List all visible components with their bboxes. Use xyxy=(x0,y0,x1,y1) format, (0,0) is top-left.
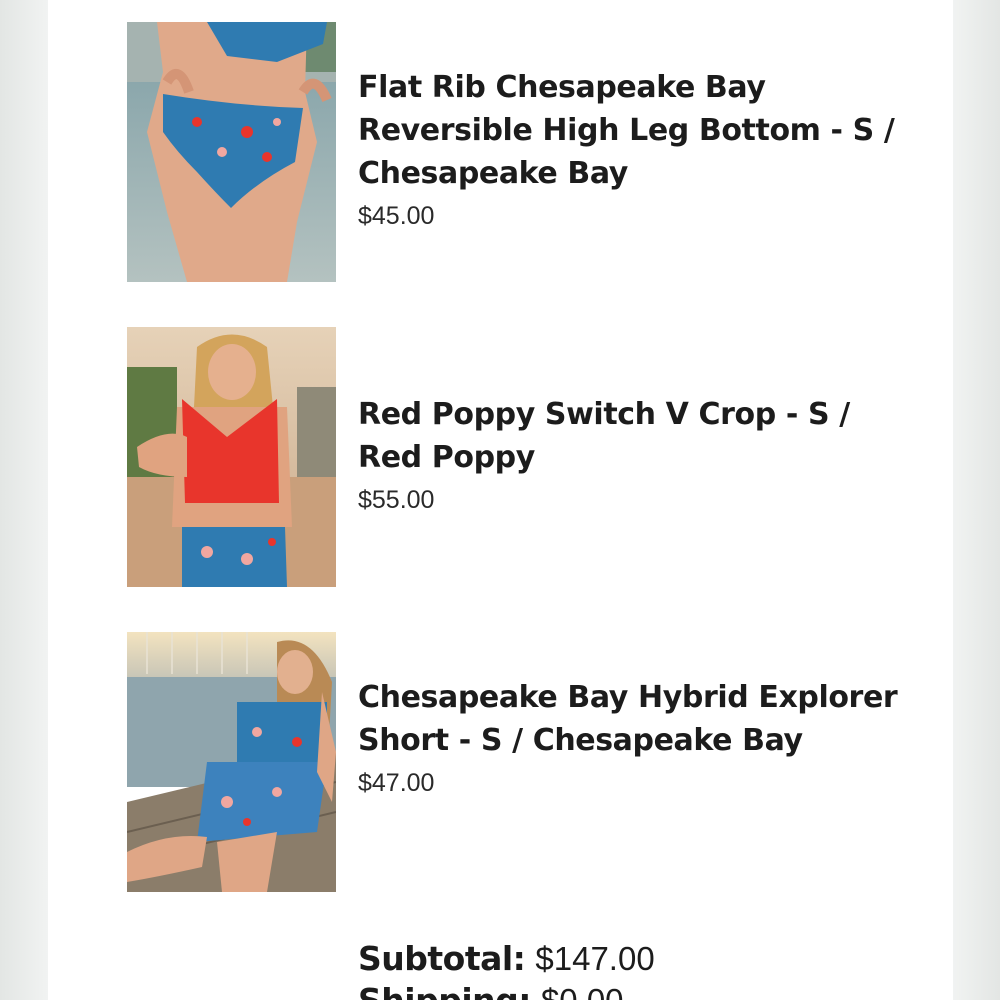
product-photo-v-crop-top xyxy=(127,327,336,587)
item-price: $55.00 xyxy=(358,486,435,514)
product-image-high-leg-bottom[interactable] xyxy=(127,22,336,282)
item-details: Flat Rib Chesapeake Bay Reversible High … xyxy=(358,66,898,231)
shipping-row: Shipping: $0.00 xyxy=(358,980,918,1000)
shipping-label: Shipping: xyxy=(358,981,531,1000)
item-price: $47.00 xyxy=(358,769,435,797)
subtotal-value: $147.00 xyxy=(535,940,655,977)
right-margin xyxy=(953,0,1000,1000)
product-photo-explorer-short xyxy=(127,632,336,892)
cart-page: Flat Rib Chesapeake Bay Reversible High … xyxy=(48,0,953,1000)
item-details: Chesapeake Bay Hybrid Explorer Short - S… xyxy=(358,676,898,798)
item-title[interactable]: Flat Rib Chesapeake Bay Reversible High … xyxy=(358,66,898,195)
cart-item[interactable]: Flat Rib Chesapeake Bay Reversible High … xyxy=(127,22,917,282)
item-details: Red Poppy Switch V Crop - S / Red Poppy … xyxy=(358,393,898,515)
left-margin xyxy=(0,0,48,1000)
product-image-v-crop-top[interactable] xyxy=(127,327,336,587)
shipping-value: $0.00 xyxy=(541,982,624,1000)
product-photo-high-leg-bottom xyxy=(127,22,336,282)
product-image-explorer-short[interactable] xyxy=(127,632,336,892)
subtotal-label: Subtotal: xyxy=(358,939,526,978)
subtotal-row: Subtotal: $147.00 xyxy=(358,938,918,980)
order-summary: Subtotal:$147.00 Shipping: $0.00 xyxy=(358,938,918,1000)
cart-item[interactable]: Red Poppy Switch V Crop - S / Red Poppy … xyxy=(127,327,917,587)
item-title[interactable]: Chesapeake Bay Hybrid Explorer Short - S… xyxy=(358,676,898,762)
item-price: $45.00 xyxy=(358,202,435,230)
item-title[interactable]: Red Poppy Switch V Crop - S / Red Poppy xyxy=(358,393,898,479)
cart-item[interactable]: Chesapeake Bay Hybrid Explorer Short - S… xyxy=(127,632,917,892)
